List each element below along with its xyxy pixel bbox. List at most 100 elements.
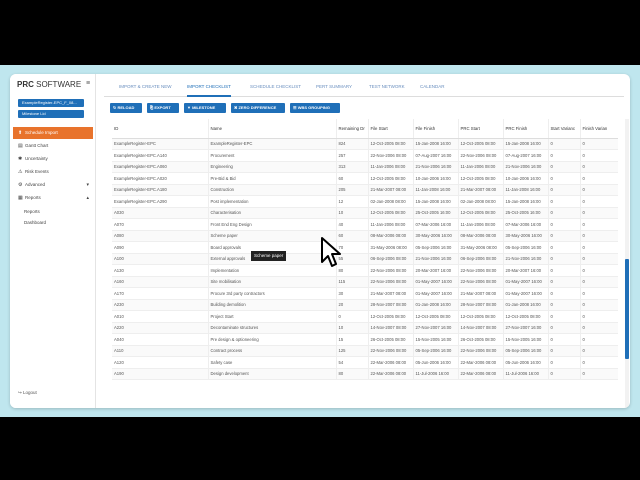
column-header[interactable]: ID [112,119,209,139]
table-row[interactable]: ExampleRegister-EPC.A180 Construction 205 2… [112,184,618,196]
table-cell: 22-Mar-2006 08:00 [458,368,504,380]
column-header[interactable]: PRC Finish [503,119,549,139]
table-row[interactable]: A170 Procure 3rd party contractors 30 21-Ma… [112,287,618,300]
table-cell: 0 [548,195,581,208]
table-row[interactable]: A080 Scheme paper 60 08-Mar-2006 08:00 30-Ma… [112,230,618,242]
table-cell: 0 [580,149,618,162]
table-cell: 22-Nov-2006 08:00 [368,264,414,277]
table-cell: 11-Jan-2008 16:00 [413,184,459,196]
column-header[interactable]: Start Varianc [548,119,581,139]
gantt-icon: ▤ [18,143,23,149]
column-header[interactable]: PRC Start [458,119,504,139]
table-row[interactable]: ExampleRegister-EPC.A290 Post implementat… [112,195,618,208]
table-cell: A080 [112,230,209,242]
table-cell: A160 [112,276,209,288]
table-row[interactable]: A040 Pre design & optioneering 15 26-Oct-20… [112,333,618,346]
table-cell: 12 [336,195,369,208]
table-cell: 0 [580,345,618,357]
sidebar-item-schedule-import[interactable]: ⬆ Schedule Import [13,127,93,139]
table-body: ExampleRegister-EPC ExampleRegister-EPC 82… [112,138,618,380]
table-row[interactable]: ExampleRegister-EPC.A140 Procurement 257 22… [112,149,618,162]
table-cell: 06-Sep-2006 08:00 [368,253,414,265]
reload-button[interactable]: ↻ RELOAD [110,103,142,113]
sidebar-item-uncertainty[interactable]: ✱ Uncertainty [13,153,93,165]
table-cell: 15-Jan-2008 16:00 [413,138,459,150]
table-row[interactable]: A030 Characterisation 10 12-Oct-2005 08:00 2… [112,207,618,219]
table-row[interactable]: A230 Building demolition 20 28-Nov-2007 08:… [112,299,618,311]
table-row[interactable]: A160 Site mobilisation 115 22-Nov-2006 08:0… [112,276,618,288]
table-cell: 22-Mar-2006 08:00 [368,368,414,380]
table-cell: 11-Jan-2008 16:00 [503,184,549,196]
sidebar-item-advanced[interactable]: ⚙ Advanced ▾ [13,179,93,191]
table-row[interactable]: ExampleRegister-EPC ExampleRegister-EPC 82… [112,138,618,150]
table-row[interactable]: A070 Front End Eng Design 40 11-Jan-2006 08… [112,218,618,231]
milestone-button[interactable]: ▼ MILESTONE [184,103,226,113]
table-cell: 0 [548,299,581,311]
tab-test-network[interactable]: TEST NETWORK [369,84,405,97]
table-cell: 0 [548,287,581,300]
table-row[interactable]: A090 Board approvals 70 31-May-2006 08:00 05… [112,241,618,254]
column-header[interactable]: File Start [368,119,414,139]
table-cell: 28-Nov-2007 08:00 [368,299,414,311]
table-cell: 21-Nov-2006 16:00 [503,253,549,265]
table-cell: Pre-Bid & Bid [208,172,337,185]
table-row[interactable]: ExampleRegister-EPC.A060 Engineering 313 11… [112,161,618,173]
table-row[interactable]: A220 Decontaminate structures 10 14-Nov-200… [112,322,618,334]
table-row[interactable]: ExampleRegister-EPC.A020 Pre-Bid & Bid 60 1… [112,172,618,185]
table-cell: 20-Mar-2007 16:00 [413,264,459,277]
tab-pert-summary[interactable]: PERT SUMMARY [316,84,352,97]
table-cell: A070 [112,218,209,231]
milestone-select[interactable]: Milestone Lid [18,110,84,118]
column-header[interactable]: Name [208,119,337,139]
table-cell: 10-Jan-2006 16:00 [503,172,549,185]
table-cell: ExampleRegister-EPC [208,138,337,150]
table-cell: 21-Nov-2006 16:00 [503,161,549,173]
tab-import-create-new[interactable]: IMPORT & CREATE NEW [119,84,172,97]
table-cell: 12-Oct-2005 08:00 [368,310,414,323]
table-row[interactable]: A120 Safety case 54 22-Mar-2006 08:00 05-Jun… [112,356,618,369]
table-cell: 0 [548,253,581,265]
column-header[interactable]: Remaining Dr [336,119,369,139]
table-cell: 08-Mar-2006 08:00 [368,230,414,242]
table-cell: 0 [580,356,618,369]
export-button[interactable]: ⎘ EXPORT [147,103,179,113]
column-header[interactable]: File Finish [413,119,459,139]
project-register-select[interactable]: ExampleRegister-EPC_F_08... [18,99,84,107]
table-row[interactable]: A100 External approvals 55 06-Sep-2006 08:0… [112,253,618,265]
table-cell: 0 [580,241,618,254]
table-row[interactable]: A130 Implementation 80 22-Nov-2006 08:00 20-… [112,264,618,277]
table-cell: 26-Oct-2005 08:00 [368,333,414,346]
sidebar-item-reports[interactable]: ▦ Reports ▴ [13,192,93,204]
table-row[interactable]: A110 Contract process 125 22-Nov-2006 08:00… [112,345,618,357]
vertical-scrollbar[interactable] [625,119,629,408]
sidebar-item-risk-events[interactable]: ⚠ Risk Events [13,166,93,178]
table-cell: 07-Mar-2006 16:00 [413,218,459,231]
table-cell: 02-Jan-2008 08:00 [458,195,504,208]
table-cell: Contract process [208,345,337,357]
table-cell: A230 [112,299,209,311]
gear-icon: ⚙ [18,182,23,188]
table-cell: 0 [580,138,618,150]
column-header[interactable]: Finish Varian [580,119,618,139]
table-cell: 0 [548,149,581,162]
table-row[interactable]: A010 Project Start 0 12-Oct-2005 08:00 12-Oc… [112,310,618,323]
sidebar-subitem-dashboard[interactable]: Dashboard [24,220,46,225]
table-cell: 15-Jan-2008 16:00 [503,138,549,150]
wbs-grouping-button[interactable]: ☰ WBS GROUPING [290,103,340,113]
tab-import-checklist[interactable]: IMPORT CHECKLIST [187,84,231,97]
table-cell: 15-Nov-2005 16:00 [503,333,549,346]
hamburger-icon[interactable]: ≡ [86,80,90,87]
tab-calendar[interactable]: CALENDAR [420,84,445,97]
tab-schedule-checklist[interactable]: SCHEDULE CHECKLIST [250,84,301,97]
table-row[interactable]: A190 Design development 80 22-Mar-2006 08:0… [112,368,618,380]
table-cell: 0 [548,172,581,185]
logout-link[interactable]: ↪ Logout [18,390,37,396]
table-cell: 0 [548,218,581,231]
table-cell: 21-Mar-2007 08:00 [458,184,504,196]
table-cell: 21-Nov-2006 16:00 [413,161,459,173]
scrollbar-thumb[interactable] [625,259,629,359]
sidebar-item-gantt-chart[interactable]: ▤ Gantt Chart [13,140,93,152]
zero-difference-button[interactable]: ✖ ZERO DIFFERENCE [231,103,285,113]
sidebar-subitem-reports[interactable]: Reports [24,209,40,214]
table-cell: 0 [580,161,618,173]
